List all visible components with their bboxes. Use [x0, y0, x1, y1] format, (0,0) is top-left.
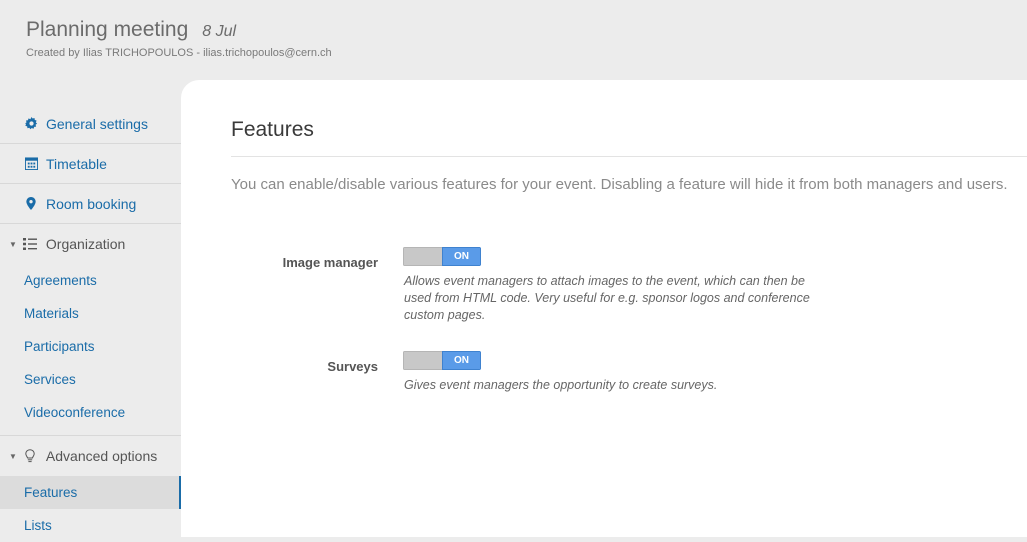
event-date: 8 Jul	[202, 23, 237, 40]
event-title: Planning meeting 8 Jul	[26, 18, 236, 42]
toggle-off-side	[403, 247, 442, 266]
sidebar-item-materials[interactable]: Materials	[0, 297, 181, 330]
toggle-on-side: ON	[442, 247, 481, 266]
sidebar-group-advanced-options[interactable]: ▼ Advanced options	[0, 436, 181, 476]
toggle-off-side	[403, 351, 442, 370]
sidebar: General settings Timetable Room booking …	[0, 104, 181, 542]
sidebar-group-label: Advanced options	[45, 448, 158, 464]
event-header: Planning meeting 8 Jul Created by Ilias T…	[0, 0, 1027, 80]
sidebar-item-features[interactable]: Features	[0, 476, 181, 509]
intro-text: You can enable/disable various features …	[231, 176, 1008, 193]
surveys-toggle[interactable]: ON	[403, 351, 481, 370]
sidebar-item-services[interactable]: Services	[0, 363, 181, 396]
event-creator: Created by Ilias TRICHOPOULOS - ilias.tr…	[26, 47, 332, 59]
page-title: Features	[231, 118, 314, 141]
gear-icon	[24, 117, 38, 131]
feature-description: Allows event managers to attach images t…	[404, 274, 810, 322]
image-manager-toggle[interactable]: ON	[403, 247, 481, 266]
sidebar-item-participants[interactable]: Participants	[0, 330, 181, 363]
title-divider	[231, 156, 1027, 157]
sidebar-item-agreements[interactable]: Agreements	[0, 264, 181, 297]
toggle-on-side: ON	[442, 351, 481, 370]
map-pin-icon	[24, 197, 38, 211]
sidebar-item-room-booking[interactable]: Room booking	[0, 184, 181, 224]
sidebar-item-timetable[interactable]: Timetable	[0, 144, 181, 184]
sidebar-item-videoconference[interactable]: Videoconference	[0, 396, 181, 429]
sidebar-item-general-settings[interactable]: General settings	[0, 104, 181, 144]
caret-down-icon: ▼	[9, 451, 17, 461]
sidebar-item-label: Room booking	[46, 195, 137, 212]
sidebar-item-lists[interactable]: Lists	[0, 509, 181, 542]
feature-description: Gives event managers the opportunity to …	[404, 378, 718, 392]
lightbulb-icon	[23, 449, 37, 463]
main-content: Features You can enable/disable various …	[181, 80, 1027, 537]
feature-label: Surveys	[327, 359, 378, 374]
caret-down-icon: ▼	[9, 239, 17, 249]
sidebar-group-label: Organization	[45, 236, 126, 252]
sidebar-item-label: Timetable	[46, 155, 107, 172]
calendar-icon	[24, 157, 38, 171]
list-icon	[22, 237, 37, 251]
event-title-text: Planning meeting	[26, 18, 189, 41]
feature-label: Image manager	[282, 255, 378, 270]
sidebar-group-organization[interactable]: ▼ Organization	[0, 224, 181, 264]
sidebar-item-label: General settings	[46, 115, 148, 132]
